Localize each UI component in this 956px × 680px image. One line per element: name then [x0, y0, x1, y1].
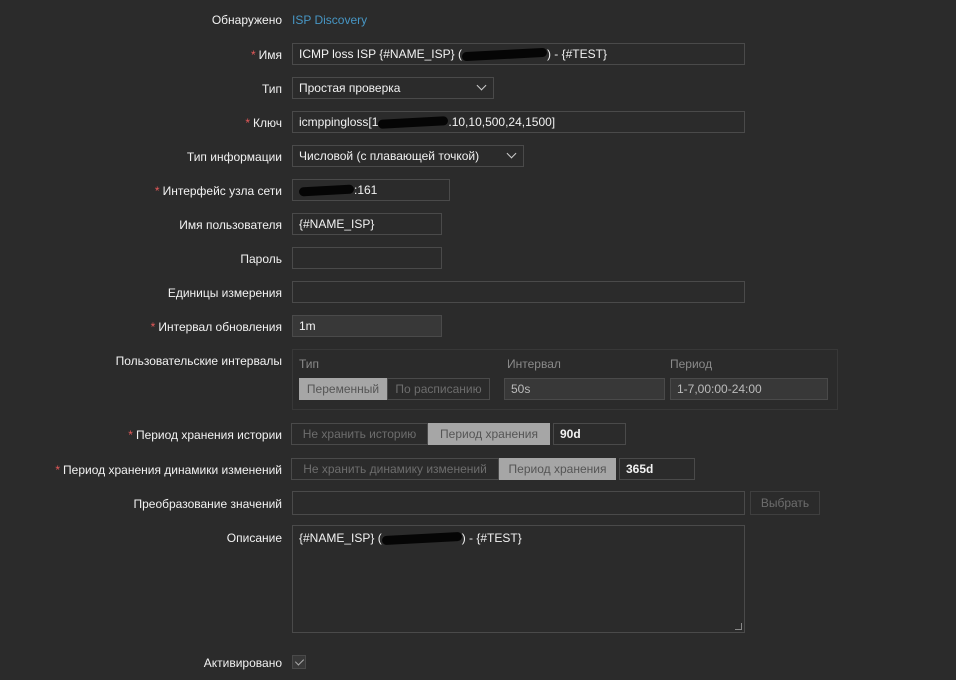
update-interval-input[interactable]: 1m: [292, 315, 442, 337]
resize-handle-icon[interactable]: [735, 623, 742, 630]
info-type-label: Тип информации: [186, 150, 282, 164]
key-label: * Ключ: [245, 116, 282, 130]
history-input[interactable]: 90d: [553, 423, 626, 445]
interface-label: * Интерфейс узла сети: [154, 184, 282, 198]
username-label: Имя пользователя: [179, 218, 282, 232]
trends-input[interactable]: 365d: [619, 458, 695, 480]
flexible-option[interactable]: Переменный: [299, 378, 387, 400]
type-select[interactable]: Простая проверка: [292, 77, 494, 99]
trends-period-option[interactable]: Период хранения: [499, 458, 616, 480]
update-interval-label: * Интервал обновления: [150, 320, 282, 334]
units-label: Единицы измерения: [167, 286, 282, 300]
history-none-option[interactable]: Не хранить историю: [291, 423, 428, 445]
interface-select[interactable]: :161: [292, 179, 450, 201]
name-input[interactable]: ICMP loss ISP {#NAME_ISP} () - {#TEST}: [292, 43, 745, 65]
col-period: Период: [670, 357, 713, 371]
units-input[interactable]: [292, 281, 745, 303]
trends-none-option[interactable]: Не хранить динамику изменений: [291, 458, 499, 480]
password-input[interactable]: [292, 247, 442, 269]
name-label: * Имя: [250, 48, 282, 62]
username-input[interactable]: {#NAME_ISP}: [292, 213, 442, 235]
discovered-label: Обнаружено: [211, 13, 282, 27]
discovery-rule-link[interactable]: ISP Discovery: [292, 13, 367, 27]
col-interval: Интервал: [507, 357, 561, 371]
valuemap-label: Преобразование значений: [133, 497, 282, 511]
interval-input[interactable]: 50s: [504, 378, 665, 400]
col-type: Тип: [299, 357, 320, 371]
chevron-down-icon: [506, 148, 517, 159]
description-label: Описание: [226, 531, 282, 545]
enabled-checkbox[interactable]: [292, 655, 306, 669]
type-label: Тип: [261, 82, 282, 96]
key-input[interactable]: icmppingloss[1.10,10,500,24,1500]: [292, 111, 745, 133]
password-label: Пароль: [240, 252, 282, 266]
custom-intervals-label: Пользовательские интервалы: [115, 354, 282, 368]
checkmark-icon: [294, 656, 305, 666]
history-period-option[interactable]: Период хранения: [428, 423, 550, 445]
valuemap-input[interactable]: [292, 491, 745, 515]
history-label: * Период хранения истории: [128, 428, 282, 442]
period-input[interactable]: 1-7,00:00-24:00: [670, 378, 828, 400]
custom-intervals-table: Тип Интервал Период Переменный По распис…: [292, 349, 838, 410]
info-type-select[interactable]: Числовой (с плавающей точкой): [292, 145, 524, 167]
chevron-down-icon: [476, 80, 487, 91]
select-button[interactable]: Выбрать: [750, 491, 820, 515]
description-textarea[interactable]: {#NAME_ISP} () - {#TEST}: [292, 525, 745, 633]
enabled-label: Активировано: [203, 656, 282, 670]
trends-label: * Период хранения динамики изменений: [55, 463, 282, 477]
scheduling-option[interactable]: По расписанию: [387, 378, 490, 400]
